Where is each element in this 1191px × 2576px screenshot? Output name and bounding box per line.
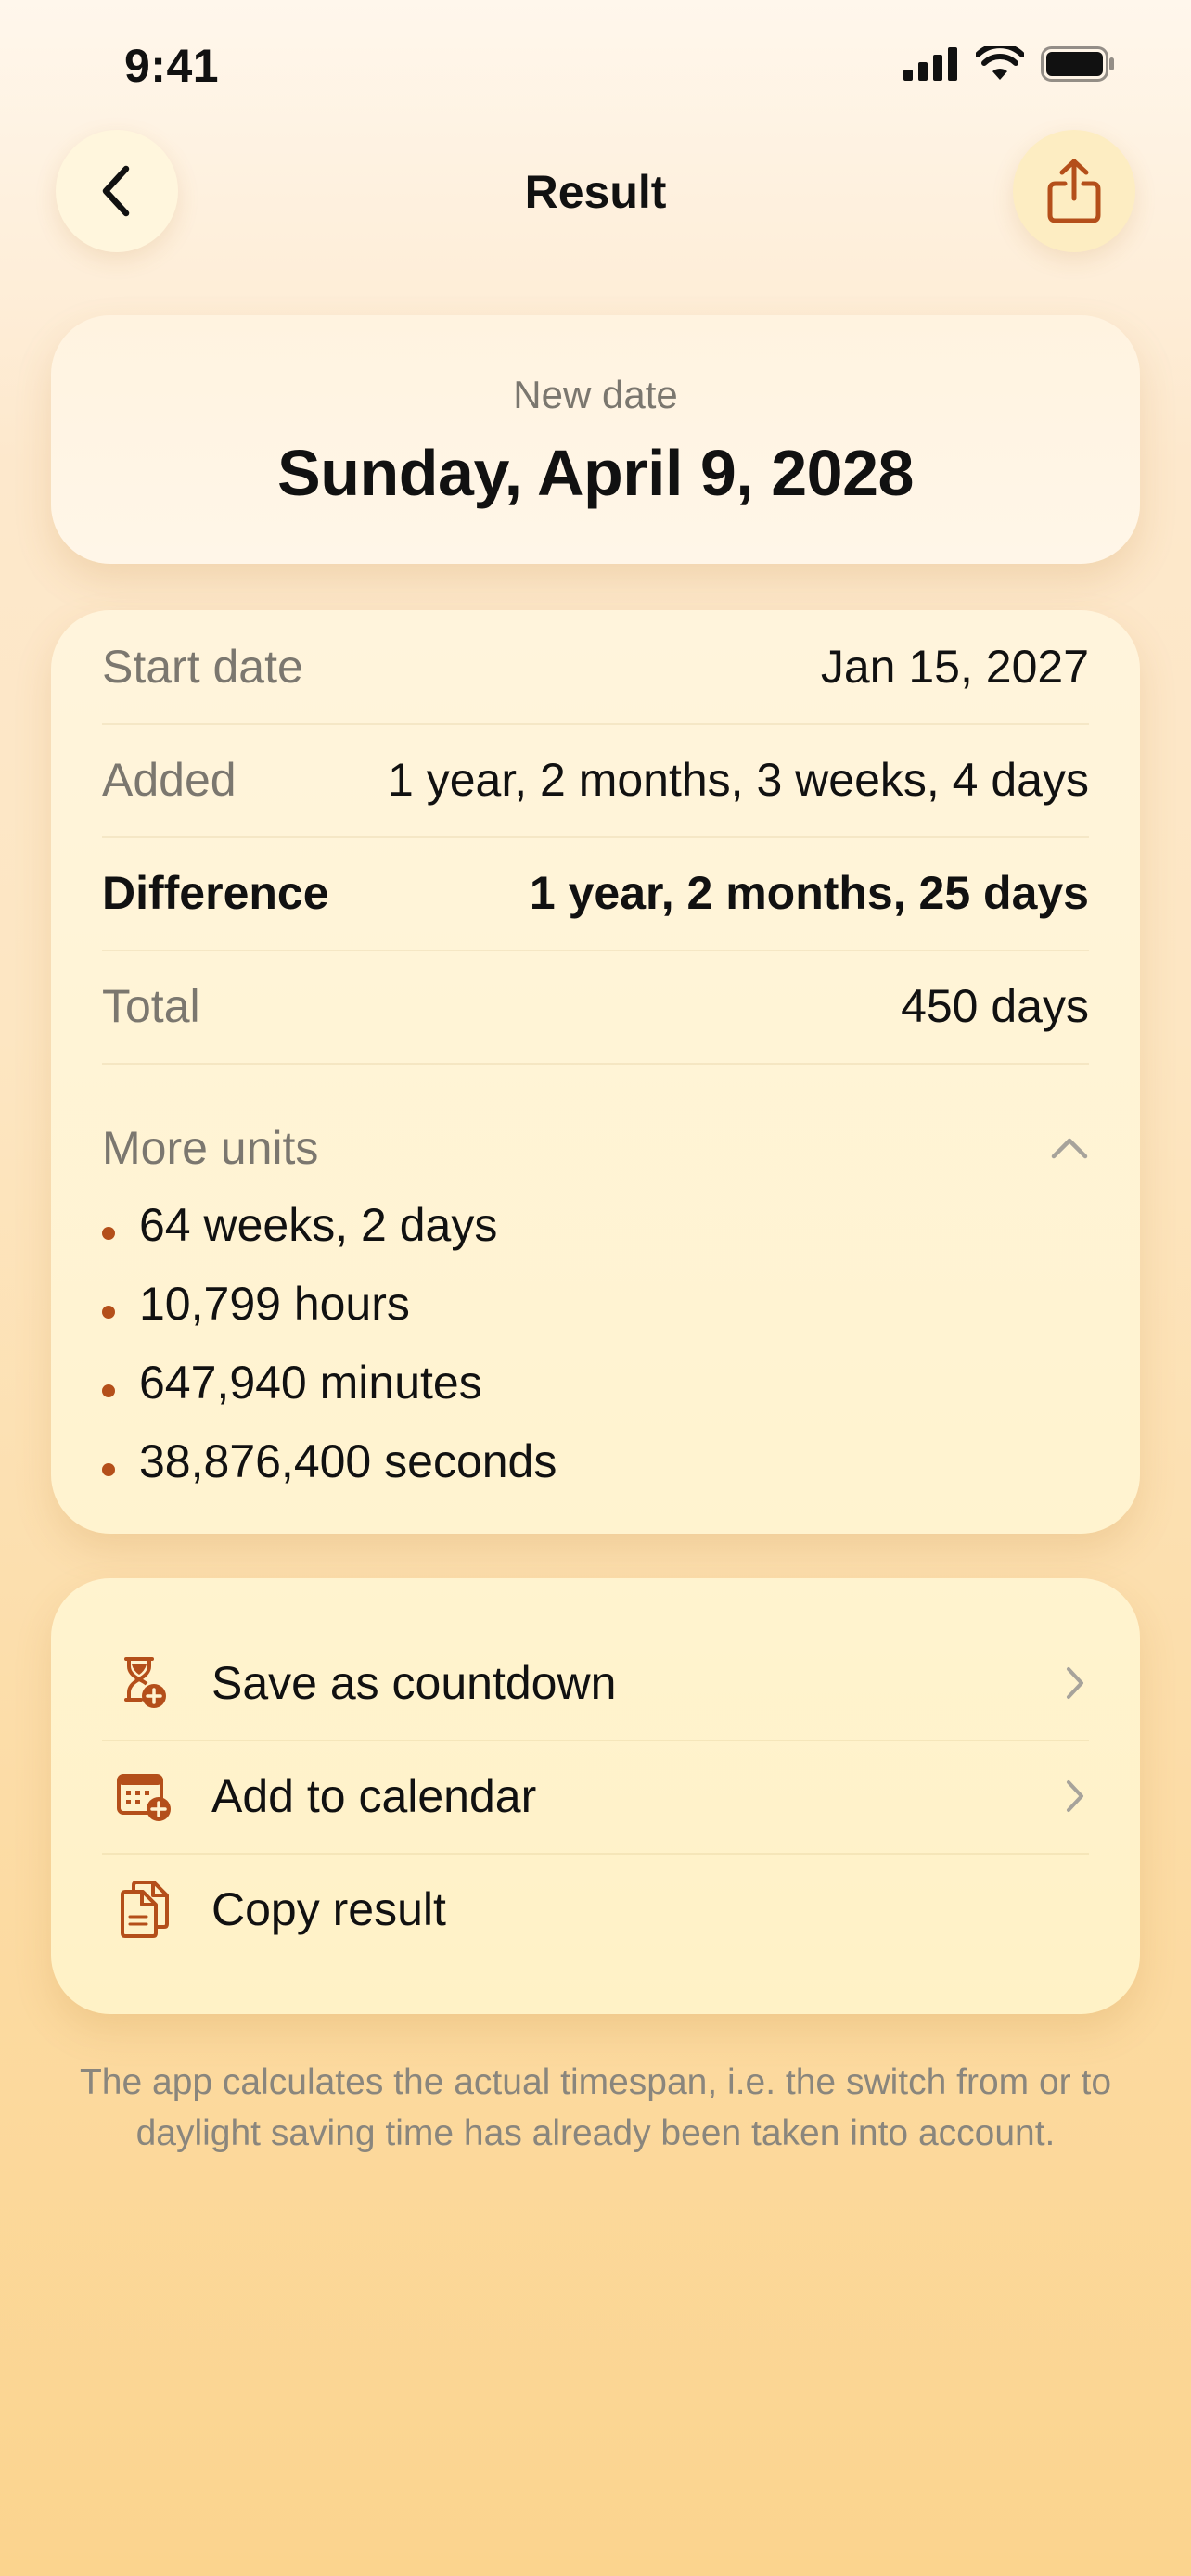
- detail-row-start-date: Start date Jan 15, 2027: [102, 610, 1089, 725]
- bullet-icon: [102, 1384, 115, 1397]
- new-date-card: New date Sunday, April 9, 2028: [51, 315, 1140, 564]
- list-item: 647,940 minutes: [102, 1343, 1089, 1422]
- battery-icon: [1041, 46, 1114, 82]
- footnote: The app calculates the actual timespan, …: [79, 2062, 1112, 2153]
- detail-label: Start date: [102, 641, 303, 693]
- detail-label: Added: [102, 754, 237, 806]
- detail-value: 1 year, 2 months, 25 days: [529, 867, 1089, 919]
- detail-row-total: Total 450 days: [102, 950, 1089, 1065]
- status-bar: 9:41: [0, 0, 1191, 130]
- share-icon: [1047, 159, 1101, 223]
- more-units-list: 64 weeks, 2 days 10,799 hours 647,940 mi…: [102, 1185, 1089, 1500]
- copy-result-button[interactable]: Copy result: [102, 1853, 1089, 1966]
- wifi-icon: [976, 46, 1024, 80]
- detail-label: Total: [102, 980, 200, 1032]
- action-label: Copy result: [211, 1883, 446, 1935]
- actions-card: Save as countdown Add to calendar Copy r…: [51, 1578, 1140, 2014]
- list-item: 10,799 hours: [102, 1264, 1089, 1343]
- action-label: Save as countdown: [211, 1657, 617, 1709]
- hourglass-add-icon: [115, 1651, 174, 1715]
- cellular-signal-icon: [903, 47, 957, 81]
- bullet-icon: [102, 1226, 115, 1240]
- unit-value: 10,799 hours: [139, 1277, 410, 1330]
- detail-label: Difference: [102, 867, 329, 919]
- action-label: Add to calendar: [211, 1770, 537, 1822]
- add-to-calendar-button[interactable]: Add to calendar: [102, 1740, 1089, 1855]
- list-item: 64 weeks, 2 days: [102, 1185, 1089, 1264]
- copy-icon: [115, 1877, 174, 1942]
- more-units-label: More units: [102, 1122, 319, 1174]
- bullet-icon: [102, 1462, 115, 1476]
- detail-value: 450 days: [901, 980, 1089, 1032]
- status-icons: [903, 46, 1115, 82]
- details-card: Start date Jan 15, 2027 Added 1 year, 2 …: [51, 610, 1140, 1534]
- bullet-icon: [102, 1305, 115, 1319]
- save-as-countdown-button[interactable]: Save as countdown: [102, 1626, 1089, 1741]
- unit-value: 64 weeks, 2 days: [139, 1198, 498, 1251]
- nav-bar: Result: [0, 130, 1191, 256]
- list-item: 38,876,400 seconds: [102, 1422, 1089, 1500]
- share-button[interactable]: [1013, 130, 1135, 252]
- chevron-up-icon: [1051, 1138, 1088, 1159]
- detail-row-added: Added 1 year, 2 months, 3 weeks, 4 days: [102, 723, 1089, 838]
- detail-row-difference: Difference 1 year, 2 months, 25 days: [102, 836, 1089, 951]
- detail-value: 1 year, 2 months, 3 weeks, 4 days: [388, 754, 1089, 806]
- new-date-value: Sunday, April 9, 2028: [277, 437, 914, 509]
- unit-value: 647,940 minutes: [139, 1356, 482, 1409]
- more-units-toggle[interactable]: More units: [102, 1111, 1089, 1185]
- chevron-right-icon: [1061, 1664, 1089, 1702]
- calendar-add-icon: [115, 1764, 174, 1829]
- status-time: 9:41: [124, 40, 220, 92]
- unit-value: 38,876,400 seconds: [139, 1435, 557, 1487]
- detail-value: Jan 15, 2027: [820, 641, 1089, 693]
- new-date-label: New date: [513, 373, 678, 416]
- chevron-right-icon: [1061, 1778, 1089, 1815]
